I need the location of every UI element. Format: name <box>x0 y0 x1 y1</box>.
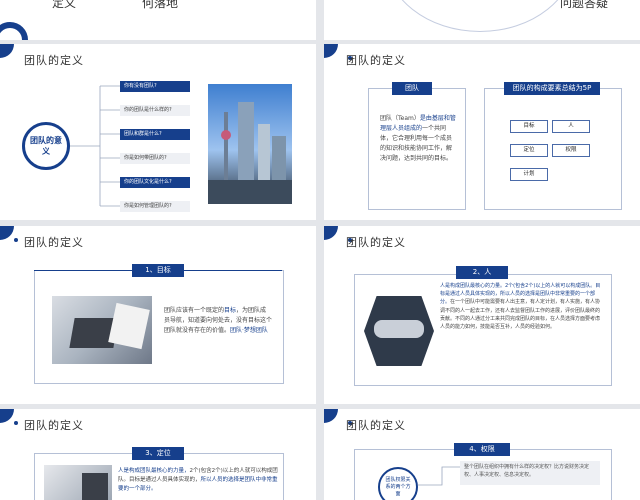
top-word-1: 定义 <box>52 0 77 10</box>
connector-lines <box>70 85 120 207</box>
authority-circle: 团队权限关系的两个方面 <box>378 467 418 500</box>
goal-text: 团队应该有一个既定的目标，为团队成员导航，知道要向何处去，没有目标这个团队就没有… <box>164 307 273 334</box>
corner-dot <box>0 226 14 240</box>
position-header: 3、定位 <box>132 447 184 460</box>
goal-header: 1、目标 <box>132 264 184 277</box>
office-photo <box>52 296 152 364</box>
authority-connector <box>418 466 462 486</box>
slide-top-right[interactable]: 问题答疑 <box>324 0 640 40</box>
slide-goal[interactable]: 团队的定义 1、目标 团队应该有一个既定的目标，为团队成员导航，知道要向何处去，… <box>0 226 316 404</box>
slide-title: 团队的定义 <box>24 54 84 67</box>
question-6: 你是如何管理团队的? <box>120 201 190 212</box>
people-text: 人是构成团队最核心的力量。2个(包含2个)以上的人就可以构成团队。目标是通过人员… <box>440 283 601 331</box>
definition-text: 团队（Team）是由基层和管理层人员组成的一个共同体，它合理利用每一个成员的知识… <box>380 115 456 162</box>
corner-dot <box>0 409 14 423</box>
authority-header: 4、权限 <box>454 443 510 456</box>
elements-header: 团队的构成要素总结为5P <box>504 82 600 95</box>
tag-plan: 计划 <box>510 168 548 181</box>
authority-text: 整个团队在组织中拥有什么样的决定权？比方说财务决定权、人事决定权、信息决定权。 <box>460 461 600 485</box>
slide-title: 团队的定义 <box>24 236 84 249</box>
question-3: 团队和群是什么? <box>120 129 190 140</box>
question-2: 你的团队是什么样的? <box>120 105 190 116</box>
slide-team-meaning[interactable]: 团队的定义 团队的意义 你有没有团队? 你的团队是什么样的? 团队和群是什么? … <box>0 44 316 220</box>
desk-photo <box>44 465 112 500</box>
meaning-circle: 团队的意义 <box>22 122 70 170</box>
city-photo <box>208 84 292 204</box>
corner-ring <box>0 22 28 40</box>
question-4: 你是如何带团队的? <box>120 153 190 164</box>
question-5: 你的团队文化是什么? <box>120 177 190 188</box>
slide-title: 团队的定义 <box>346 54 406 67</box>
tag-position: 定位 <box>510 144 548 157</box>
slide-people[interactable]: 团队的定义 2、人 人是构成团队最核心的力量。2个(包含2个)以上的人就可以构成… <box>324 226 640 404</box>
slide-top-left[interactable]: 定义 何落地 <box>0 0 316 40</box>
people-header: 2、人 <box>456 266 508 279</box>
position-text: 人是构成团队最核心的力量，2个(包含2个)以上的人就可以构成团队。目标是通过人员… <box>118 468 278 492</box>
slide-authority[interactable]: 团队的定义 4、权限 团队权限关系的两个方面 整个团队在组织中拥有什么样的决定权… <box>324 409 640 500</box>
slide-title: 团队的定义 <box>346 236 406 249</box>
definition-header: 团队 <box>392 82 432 95</box>
slide-title: 团队的定义 <box>24 419 84 432</box>
slide-position[interactable]: 团队的定义 3、定位 人是构成团队最核心的力量，2个(包含2个)以上的人就可以构… <box>0 409 316 500</box>
corner-dot <box>324 44 338 58</box>
question-1: 你有没有团队? <box>120 81 190 92</box>
corner-dot <box>0 44 14 58</box>
tag-goal: 目标 <box>510 120 548 133</box>
tag-people: 人 <box>552 120 590 133</box>
slide-team-definition[interactable]: 团队的定义 团队 团队（Team）是由基层和管理层人员组成的一个共同体，它合理利… <box>324 44 640 220</box>
handshake-photo <box>364 296 434 366</box>
slide-title: 团队的定义 <box>346 419 406 432</box>
top-word-2: 何落地 <box>142 0 179 10</box>
top-word-3: 问题答疑 <box>560 0 609 10</box>
decor-arc <box>384 0 576 32</box>
corner-dot <box>324 409 338 423</box>
corner-dot <box>324 226 338 240</box>
tag-authority: 权限 <box>552 144 590 157</box>
